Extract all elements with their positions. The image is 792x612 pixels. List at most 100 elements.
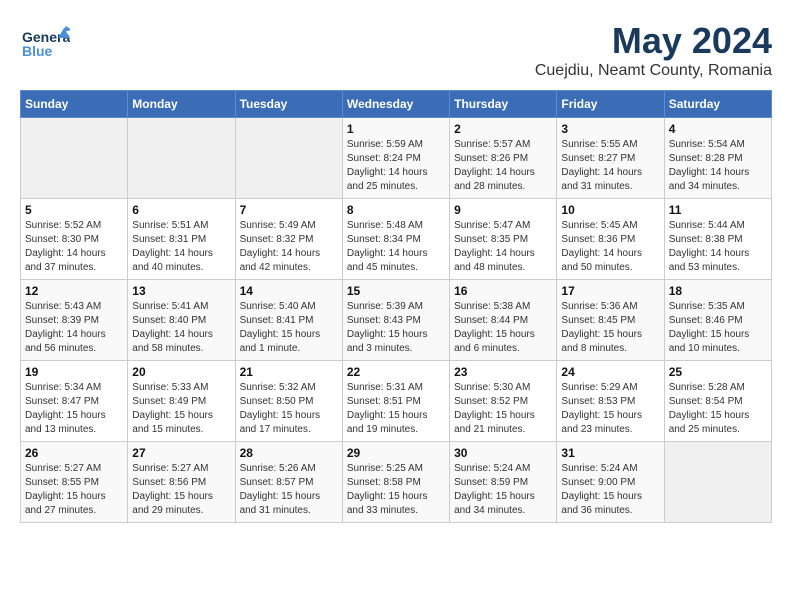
calendar-cell: 25 Sunrise: 5:28 AMSunset: 8:54 PMDayligh… xyxy=(664,361,771,442)
logo: General Blue xyxy=(20,20,70,75)
day-number: 19 xyxy=(25,365,123,379)
calendar-cell xyxy=(235,118,342,199)
day-info: Sunrise: 5:33 AMSunset: 8:49 PMDaylight:… xyxy=(132,381,230,437)
day-number: 3 xyxy=(561,122,659,136)
day-number: 11 xyxy=(669,203,767,217)
calendar-cell: 7 Sunrise: 5:49 AMSunset: 8:32 PMDaylight… xyxy=(235,199,342,280)
day-header-friday: Friday xyxy=(557,91,664,118)
calendar-week-row: 26Sunrise: 5:27 AMSunset: 8:55 PMDayligh… xyxy=(21,442,772,523)
calendar-cell: 14 Sunrise: 5:40 AMSunset: 8:41 PMDayligh… xyxy=(235,280,342,361)
day-header-wednesday: Wednesday xyxy=(342,91,449,118)
calendar-cell: 13 Sunrise: 5:41 AMSunset: 8:40 PMDayligh… xyxy=(128,280,235,361)
day-number: 10 xyxy=(561,203,659,217)
day-number: 1 xyxy=(347,122,445,136)
calendar-cell: 26Sunrise: 5:27 AMSunset: 8:55 PMDayligh… xyxy=(21,442,128,523)
day-info: Sunrise: 5:49 AMSunset: 8:32 PMDaylight:… xyxy=(240,219,338,275)
calendar-cell xyxy=(664,442,771,523)
title-section: May 2024 Cuejdiu, Neamt County, Romania xyxy=(535,20,772,80)
calendar-table: SundayMondayTuesdayWednesdayThursdayFrid… xyxy=(20,90,772,523)
day-header-monday: Monday xyxy=(128,91,235,118)
day-number: 17 xyxy=(561,284,659,298)
day-number: 8 xyxy=(347,203,445,217)
calendar-cell: 20 Sunrise: 5:33 AMSunset: 8:49 PMDayligh… xyxy=(128,361,235,442)
calendar-cell: 30 Sunrise: 5:24 AMSunset: 8:59 PMDayligh… xyxy=(450,442,557,523)
day-info: Sunrise: 5:27 AMSunset: 8:56 PMDaylight:… xyxy=(132,462,230,518)
day-info: Sunrise: 5:55 AMSunset: 8:27 PMDaylight:… xyxy=(561,138,659,194)
day-number: 12 xyxy=(25,284,123,298)
day-number: 13 xyxy=(132,284,230,298)
day-number: 9 xyxy=(454,203,552,217)
calendar-cell: 5 Sunrise: 5:52 AMSunset: 8:30 PMDaylight… xyxy=(21,199,128,280)
calendar-cell: 1Sunrise: 5:59 AMSunset: 8:24 PMDaylight… xyxy=(342,118,449,199)
day-number: 29 xyxy=(347,446,445,460)
day-info: Sunrise: 5:28 AMSunset: 8:54 PMDaylight:… xyxy=(669,381,767,437)
day-info: Sunrise: 5:39 AMSunset: 8:43 PMDaylight:… xyxy=(347,300,445,356)
calendar-cell: 4 Sunrise: 5:54 AMSunset: 8:28 PMDaylight… xyxy=(664,118,771,199)
day-info: Sunrise: 5:30 AMSunset: 8:52 PMDaylight:… xyxy=(454,381,552,437)
day-header-thursday: Thursday xyxy=(450,91,557,118)
calendar-cell: 31 Sunrise: 5:24 AMSunset: 9:00 PMDayligh… xyxy=(557,442,664,523)
day-info: Sunrise: 5:48 AMSunset: 8:34 PMDaylight:… xyxy=(347,219,445,275)
logo-icon: General Blue xyxy=(20,20,70,75)
day-info: Sunrise: 5:31 AMSunset: 8:51 PMDaylight:… xyxy=(347,381,445,437)
calendar-cell: 12 Sunrise: 5:43 AMSunset: 8:39 PMDayligh… xyxy=(21,280,128,361)
calendar-cell: 27 Sunrise: 5:27 AMSunset: 8:56 PMDayligh… xyxy=(128,442,235,523)
day-info: Sunrise: 5:24 AMSunset: 8:59 PMDaylight:… xyxy=(454,462,552,518)
day-number: 16 xyxy=(454,284,552,298)
day-number: 30 xyxy=(454,446,552,460)
day-number: 21 xyxy=(240,365,338,379)
day-info: Sunrise: 5:25 AMSunset: 8:58 PMDaylight:… xyxy=(347,462,445,518)
calendar-week-row: 12 Sunrise: 5:43 AMSunset: 8:39 PMDayligh… xyxy=(21,280,772,361)
calendar-cell: 19Sunrise: 5:34 AMSunset: 8:47 PMDayligh… xyxy=(21,361,128,442)
day-number: 7 xyxy=(240,203,338,217)
day-info: Sunrise: 5:40 AMSunset: 8:41 PMDaylight:… xyxy=(240,300,338,356)
day-number: 5 xyxy=(25,203,123,217)
calendar-cell: 17 Sunrise: 5:36 AMSunset: 8:45 PMDayligh… xyxy=(557,280,664,361)
day-number: 2 xyxy=(454,122,552,136)
calendar-cell: 2 Sunrise: 5:57 AMSunset: 8:26 PMDaylight… xyxy=(450,118,557,199)
day-info: Sunrise: 5:29 AMSunset: 8:53 PMDaylight:… xyxy=(561,381,659,437)
day-info: Sunrise: 5:45 AMSunset: 8:36 PMDaylight:… xyxy=(561,219,659,275)
day-number: 23 xyxy=(454,365,552,379)
calendar-cell: 22 Sunrise: 5:31 AMSunset: 8:51 PMDayligh… xyxy=(342,361,449,442)
day-number: 25 xyxy=(669,365,767,379)
day-number: 22 xyxy=(347,365,445,379)
day-header-saturday: Saturday xyxy=(664,91,771,118)
calendar-cell: 16Sunrise: 5:38 AMSunset: 8:44 PMDayligh… xyxy=(450,280,557,361)
day-number: 31 xyxy=(561,446,659,460)
calendar-cell: 24Sunrise: 5:29 AMSunset: 8:53 PMDayligh… xyxy=(557,361,664,442)
calendar-cell: 28Sunrise: 5:26 AMSunset: 8:57 PMDayligh… xyxy=(235,442,342,523)
day-number: 20 xyxy=(132,365,230,379)
day-number: 27 xyxy=(132,446,230,460)
day-info: Sunrise: 5:41 AMSunset: 8:40 PMDaylight:… xyxy=(132,300,230,356)
calendar-cell xyxy=(128,118,235,199)
calendar-week-row: 1Sunrise: 5:59 AMSunset: 8:24 PMDaylight… xyxy=(21,118,772,199)
calendar-cell: 11 Sunrise: 5:44 AMSunset: 8:38 PMDayligh… xyxy=(664,199,771,280)
calendar-cell: 3 Sunrise: 5:55 AMSunset: 8:27 PMDaylight… xyxy=(557,118,664,199)
calendar-cell: 21 Sunrise: 5:32 AMSunset: 8:50 PMDayligh… xyxy=(235,361,342,442)
day-info: Sunrise: 5:24 AMSunset: 9:00 PMDaylight:… xyxy=(561,462,659,518)
location-subtitle: Cuejdiu, Neamt County, Romania xyxy=(535,62,772,80)
calendar-cell: 9 Sunrise: 5:47 AMSunset: 8:35 PMDaylight… xyxy=(450,199,557,280)
calendar-cell: 8 Sunrise: 5:48 AMSunset: 8:34 PMDaylight… xyxy=(342,199,449,280)
day-info: Sunrise: 5:57 AMSunset: 8:26 PMDaylight:… xyxy=(454,138,552,194)
calendar-week-row: 19Sunrise: 5:34 AMSunset: 8:47 PMDayligh… xyxy=(21,361,772,442)
day-number: 4 xyxy=(669,122,767,136)
day-info: Sunrise: 5:36 AMSunset: 8:45 PMDaylight:… xyxy=(561,300,659,356)
page-header: General Blue May 2024 Cuejdiu, Neamt Cou… xyxy=(20,20,772,80)
day-number: 14 xyxy=(240,284,338,298)
day-info: Sunrise: 5:47 AMSunset: 8:35 PMDaylight:… xyxy=(454,219,552,275)
day-number: 6 xyxy=(132,203,230,217)
day-info: Sunrise: 5:43 AMSunset: 8:39 PMDaylight:… xyxy=(25,300,123,356)
day-number: 26 xyxy=(25,446,123,460)
calendar-cell: 18Sunrise: 5:35 AMSunset: 8:46 PMDayligh… xyxy=(664,280,771,361)
day-info: Sunrise: 5:32 AMSunset: 8:50 PMDaylight:… xyxy=(240,381,338,437)
calendar-cell: 10 Sunrise: 5:45 AMSunset: 8:36 PMDayligh… xyxy=(557,199,664,280)
day-info: Sunrise: 5:44 AMSunset: 8:38 PMDaylight:… xyxy=(669,219,767,275)
calendar-cell: 6Sunrise: 5:51 AMSunset: 8:31 PMDaylight… xyxy=(128,199,235,280)
day-info: Sunrise: 5:54 AMSunset: 8:28 PMDaylight:… xyxy=(669,138,767,194)
calendar-cell: 23 Sunrise: 5:30 AMSunset: 8:52 PMDayligh… xyxy=(450,361,557,442)
day-info: Sunrise: 5:52 AMSunset: 8:30 PMDaylight:… xyxy=(25,219,123,275)
calendar-cell: 15Sunrise: 5:39 AMSunset: 8:43 PMDayligh… xyxy=(342,280,449,361)
day-header-tuesday: Tuesday xyxy=(235,91,342,118)
